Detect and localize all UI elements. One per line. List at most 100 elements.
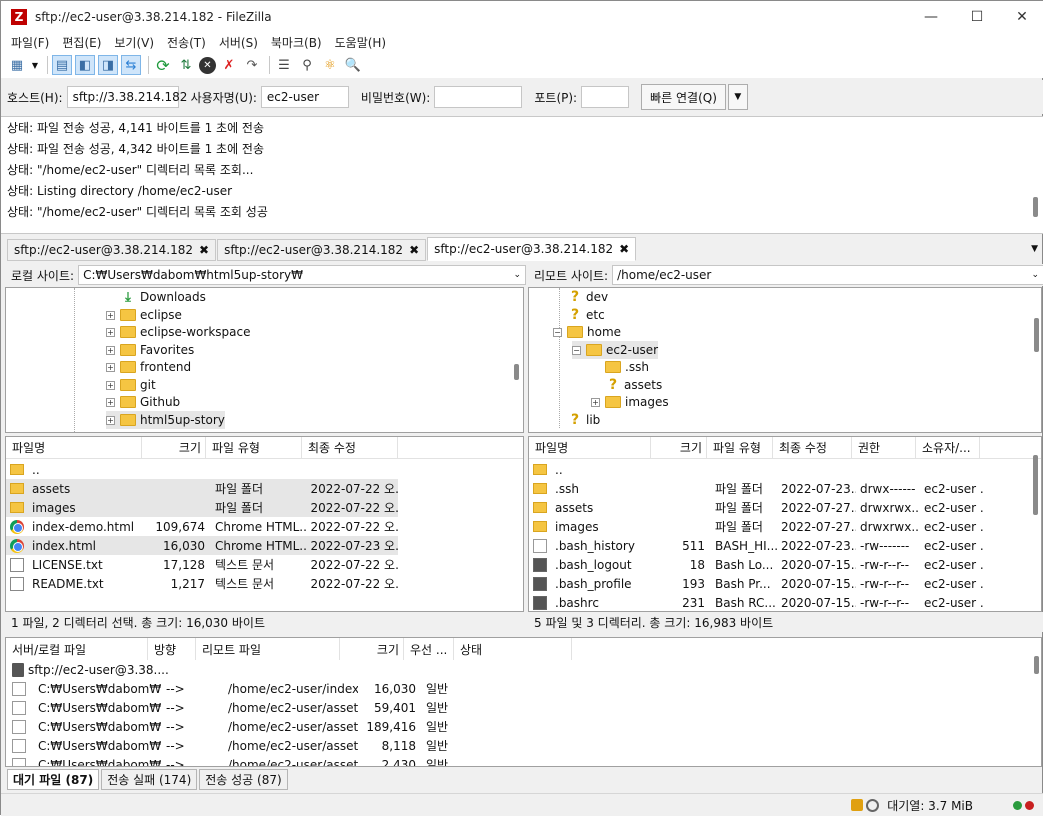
file-row[interactable]: .ssh 파일 폴더 2022-07-23... drwx------ ec2-user… xyxy=(529,479,1029,498)
close-tab-icon[interactable]: ✖ xyxy=(199,243,209,257)
menu-server[interactable]: 서버(S) xyxy=(219,34,258,51)
expand-icon[interactable]: + xyxy=(106,362,115,372)
tree-node[interactable]: ? lib xyxy=(567,411,600,429)
speed-limit-icon[interactable] xyxy=(866,798,880,812)
col-direction[interactable]: 방향 xyxy=(148,638,196,660)
menu-edit[interactable]: 편집(E) xyxy=(62,34,101,51)
password-input[interactable] xyxy=(434,86,523,108)
file-row[interactable]: assets 파일 폴더 2022-07-27... drwxrwx... ec2-us… xyxy=(529,498,1029,517)
site-manager-dropdown-icon[interactable]: ▼ xyxy=(30,55,40,75)
expand-icon[interactable]: + xyxy=(591,397,600,407)
tab-queued-files[interactable]: 대기 파일 (87) xyxy=(7,769,100,790)
file-row[interactable]: .bash_history 511 BASH_HI... 2022-07-23... -… xyxy=(529,536,1029,555)
toggle-message-log-icon[interactable]: ▤ xyxy=(52,55,72,75)
tree-node-selected[interactable]: − ec2-user xyxy=(572,341,659,359)
site-manager-icon[interactable]: ▦ xyxy=(7,55,27,75)
directory-listing-filters-icon[interactable]: ☰ xyxy=(274,55,294,75)
remote-list-scrollbar[interactable] xyxy=(1033,455,1038,515)
menu-view[interactable]: 보기(V) xyxy=(114,34,154,51)
chevron-down-icon[interactable]: ⌄ xyxy=(1031,270,1039,280)
cancel-operation-icon[interactable]: ✕ xyxy=(199,56,216,74)
col-owner[interactable]: 소유자/... xyxy=(916,437,980,459)
connection-tab-active[interactable]: sftp://ec2-user@3.38.214.182 ✖ xyxy=(427,237,637,261)
col-local-file[interactable]: 서버/로컬 파일 xyxy=(6,638,148,660)
host-input[interactable]: sftp://3.38.214.182 xyxy=(66,86,187,108)
menu-bookmarks[interactable]: 북마크(B) xyxy=(271,34,322,51)
file-row[interactable]: .bash_logout 18 Bash Lo... 2020-07-15... -rw… xyxy=(529,555,1029,574)
collapse-icon[interactable]: − xyxy=(572,345,581,355)
file-row[interactable]: assets 파일 폴더 2022-07-22 오... xyxy=(6,479,398,498)
tree-node[interactable]: + Github xyxy=(106,393,180,411)
tree-node[interactable]: + eclipse-workspace xyxy=(106,323,250,341)
col-size[interactable]: 크기 xyxy=(142,437,206,459)
col-size[interactable]: 크기 xyxy=(651,437,707,459)
port-input[interactable] xyxy=(581,86,630,108)
expand-icon[interactable]: + xyxy=(106,415,115,425)
maximize-button[interactable]: ☐ xyxy=(954,1,1000,32)
close-window-button[interactable]: ✕ xyxy=(999,1,1043,32)
expand-icon[interactable]: + xyxy=(106,345,115,355)
search-files-icon[interactable]: 🔍 xyxy=(343,55,363,75)
collapse-icon[interactable]: − xyxy=(553,327,562,337)
expand-icon[interactable]: + xyxy=(106,397,115,407)
expand-icon[interactable]: + xyxy=(106,327,115,337)
expand-icon[interactable]: + xyxy=(106,380,115,390)
tree-node[interactable]: − home xyxy=(553,323,621,341)
file-row[interactable]: index-demo.html 109,674 Chrome HTML... 2022… xyxy=(6,517,398,536)
toggle-local-tree-icon[interactable]: ◧ xyxy=(75,55,95,75)
close-tab-icon[interactable]: ✖ xyxy=(619,242,629,256)
process-queue-icon[interactable]: ⇅ xyxy=(176,55,196,75)
queue-row[interactable]: C:₩Users₩dabom₩... --> /home/ec2-user/asse… xyxy=(12,755,612,766)
tree-node[interactable]: + git xyxy=(106,376,156,394)
queue-row[interactable]: C:₩Users₩dabom₩... --> /home/ec2-user/asse… xyxy=(12,736,612,755)
tree-node[interactable]: ⤓ Downloads xyxy=(106,288,206,306)
expand-icon[interactable]: + xyxy=(106,310,115,320)
close-tab-icon[interactable]: ✖ xyxy=(409,243,419,257)
remote-path-input[interactable]: /home/ec2-user ⌄ xyxy=(612,265,1043,285)
toggle-remote-tree-icon[interactable]: ◨ xyxy=(98,55,118,75)
toggle-sync-browsing-icon[interactable]: ⚲ xyxy=(297,55,317,75)
file-row[interactable]: .. xyxy=(529,460,1029,479)
tree-node[interactable]: ? etc xyxy=(567,306,605,324)
col-filename[interactable]: 파일명 xyxy=(529,437,651,459)
file-row[interactable]: .bashrc 231 Bash RC... 2020-07-15... -rw-r--… xyxy=(529,593,1029,611)
log-scrollbar[interactable] xyxy=(1033,197,1038,217)
queue-row[interactable]: C:₩Users₩dabom₩... --> /home/ec2-user/asse… xyxy=(12,717,612,736)
file-row[interactable]: index.html 16,030 Chrome HTML... 2022-07-23… xyxy=(6,536,398,555)
file-row[interactable]: .bash_profile 193 Bash Pr... 2020-07-15... -… xyxy=(529,574,1029,593)
queue-row[interactable]: C:₩Users₩dabom₩... --> /home/ec2-user/asse… xyxy=(12,698,612,717)
local-path-input[interactable]: C:₩Users₩dabom₩html5up-story₩ ⌄ xyxy=(78,265,526,285)
connection-tab[interactable]: sftp://ec2-user@3.38.214.182 ✖ xyxy=(7,239,217,261)
toggle-queue-icon[interactable]: ⇆ xyxy=(121,55,141,75)
file-row[interactable]: images 파일 폴더 2022-07-22 오... xyxy=(6,498,398,517)
directory-comparison-icon[interactable]: ⚛ xyxy=(320,55,340,75)
tree-node[interactable]: ? dev xyxy=(567,288,608,306)
file-row[interactable]: images 파일 폴더 2022-07-27... drwxrwx... ec2-us… xyxy=(529,517,1029,536)
col-type[interactable]: 파일 유형 xyxy=(707,437,773,459)
tree-node-selected[interactable]: + html5up-story xyxy=(106,411,225,429)
tab-successful-transfers[interactable]: 전송 성공 (87) xyxy=(199,769,288,790)
file-row[interactable]: LICENSE.txt 17,128 텍스트 문서 2022-07-22 오... xyxy=(6,555,398,574)
quickconnect-dropdown-icon[interactable]: ▼ xyxy=(727,84,748,110)
username-input[interactable]: ec2-user xyxy=(260,86,349,108)
col-type[interactable]: 파일 유형 xyxy=(206,437,302,459)
col-size[interactable]: 크기 xyxy=(340,638,404,660)
tree-node[interactable]: + frontend xyxy=(106,358,191,376)
queue-scrollbar[interactable] xyxy=(1034,656,1039,674)
minimize-button[interactable]: — xyxy=(908,1,954,32)
file-row[interactable]: README.txt 1,217 텍스트 문서 2022-07-22 오... xyxy=(6,574,398,593)
disconnect-icon[interactable]: ✗ xyxy=(219,55,239,75)
tree-node[interactable]: + eclipse xyxy=(106,306,182,324)
col-modified[interactable]: 최종 수정 xyxy=(302,437,398,459)
quickconnect-button[interactable]: 빠른 연결(Q) xyxy=(641,84,726,110)
tree-node[interactable]: ? assets xyxy=(605,376,662,394)
col-modified[interactable]: 최종 수정 xyxy=(773,437,852,459)
connection-tab[interactable]: sftp://ec2-user@3.38.214.182 ✖ xyxy=(217,239,427,261)
menu-transfer[interactable]: 전송(T) xyxy=(167,34,206,51)
col-priority[interactable]: 우선 ... xyxy=(404,638,454,660)
tree-node[interactable]: + images xyxy=(591,393,669,411)
tab-failed-transfers[interactable]: 전송 실패 (174) xyxy=(101,769,198,790)
menu-file[interactable]: 파일(F) xyxy=(11,34,49,51)
tree-node[interactable]: + Favorites xyxy=(106,341,194,359)
queue-row[interactable]: C:₩Users₩dabom₩... --> /home/ec2-user/inde… xyxy=(12,679,612,698)
